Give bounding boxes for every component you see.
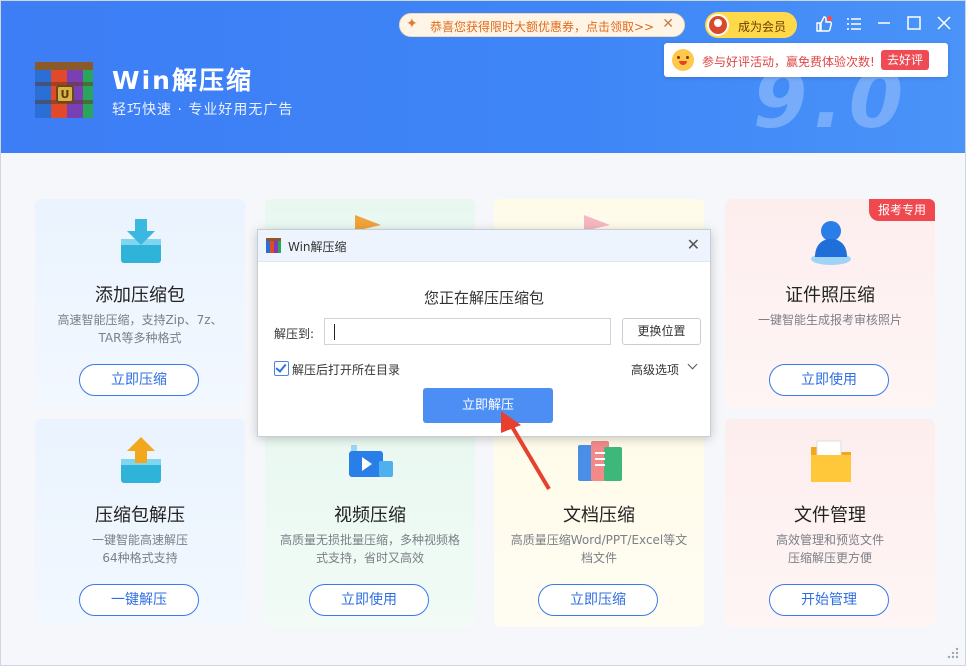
card-title: 视频压缩: [334, 505, 406, 526]
card-desc: 高效管理和预览文件 压缩解压更方便: [775, 533, 884, 565]
close-promo-icon[interactable]: ✕: [662, 16, 674, 32]
card-video-compress: 视频压缩 高质量无损批量压缩，多种视频格式支持，省时又高效 立即使用: [265, 419, 475, 627]
dialog-heading: 您正在解压压缩包: [423, 289, 544, 307]
id-photo-icon: [811, 221, 851, 265]
advanced-options-toggle[interactable]: 高级选项: [631, 361, 679, 378]
card-title: 文件管理: [794, 505, 866, 526]
add-archive-icon: [121, 219, 161, 263]
extract-archive-icon: [121, 437, 161, 483]
card-desc: 一键智能高速解压 64种格式支持: [91, 533, 188, 565]
close-icon[interactable]: [933, 15, 955, 37]
video-icon: [349, 445, 393, 477]
notification-dot: [827, 16, 832, 21]
use-now-button[interactable]: 立即使用: [309, 584, 429, 616]
card-desc: 一键智能生成报考审核照片: [757, 313, 902, 327]
dialog-close-icon[interactable]: ✕: [687, 235, 700, 254]
card-desc: 高速智能压缩，支持Zip、7z、TAR等多种格式: [57, 313, 223, 345]
party-icon: ✦: [406, 16, 418, 32]
card-title: 压缩包解压: [95, 505, 185, 526]
review-text: 参与好评活动，赢免费体验次数!: [702, 55, 875, 69]
dialog-title: Win解压缩: [288, 240, 347, 254]
header-banner: 9.0 U Win解压缩 轻巧快速 · 专业好用无广告 ✦ 恭喜您获得限时大额优…: [1, 1, 965, 153]
app-subtitle: 轻巧快速 · 专业好用无广告: [112, 102, 294, 118]
card-desc: 高质量无损批量压缩，多种视频格式支持，省时又高效: [279, 533, 460, 565]
extract-path-input[interactable]: [324, 318, 611, 345]
card-title: 证件照压缩: [785, 285, 875, 306]
promo-text[interactable]: 恭喜您获得限时大额优惠券，点击领取>>: [430, 18, 654, 35]
smile-emoji-icon: [672, 49, 694, 71]
card-add-archive: 添加压缩包 高速智能压缩，支持Zip、7z、TAR等多种格式 立即压缩: [35, 199, 245, 407]
text-caret: [334, 324, 335, 340]
extract-to-label: 解压到:: [274, 327, 315, 341]
card-title: 添加压缩包: [95, 285, 185, 306]
maximize-icon[interactable]: [903, 15, 925, 37]
card-id-photo: 报考专用 证件照压缩 一键智能生成报考审核照片 立即使用: [725, 199, 935, 407]
one-click-extract-button[interactable]: 一键解压: [79, 584, 199, 616]
svg-text:U: U: [61, 88, 70, 101]
dialog-titlebar: Win解压缩 ✕: [258, 230, 710, 262]
extract-dialog: Win解压缩 ✕ 您正在解压压缩包 解压到: 更换位置 解压后打开所在目录 高级…: [257, 229, 711, 437]
member-label: 成为会员: [738, 20, 787, 34]
promo-banner[interactable]: ✦ 恭喜您获得限时大额优惠券，点击领取>> ✕: [399, 13, 685, 37]
resize-grip-icon[interactable]: [945, 645, 959, 659]
folder-icon: [811, 440, 851, 482]
card-extract-archive: 压缩包解压 一键智能高速解压 64种格式支持 一键解压: [35, 419, 245, 627]
card-doc-compress: 文档压缩 高质量压缩Word/PPT/Excel等文档文件 立即压缩: [494, 419, 704, 627]
app-title: Win解压缩: [112, 66, 253, 95]
open-after-label[interactable]: 解压后打开所在目录: [292, 361, 400, 378]
extract-now-button[interactable]: 立即解压: [423, 388, 553, 423]
compress-now-button[interactable]: 立即压缩: [538, 584, 658, 616]
avatar-icon: [707, 14, 729, 36]
change-location-button[interactable]: 更换位置: [622, 318, 701, 345]
card-title: 文档压缩: [563, 505, 635, 526]
compress-now-button[interactable]: 立即压缩: [79, 364, 199, 396]
start-manage-button[interactable]: 开始管理: [769, 584, 889, 616]
app-logo-icon: [266, 238, 281, 253]
chevron-down-icon[interactable]: [687, 359, 698, 370]
minimize-icon[interactable]: [873, 15, 895, 37]
exam-badge: 报考专用: [869, 199, 935, 221]
become-member-button[interactable]: 成为会员: [705, 12, 797, 38]
menu-icon[interactable]: [843, 15, 865, 37]
open-after-checkbox[interactable]: [274, 361, 289, 376]
card-desc: 高质量压缩Word/PPT/Excel等文档文件: [510, 533, 688, 565]
card-file-manage: 文件管理 高效管理和预览文件 压缩解压更方便 开始管理: [725, 419, 935, 627]
app-logo-icon: U: [35, 62, 93, 118]
document-icon: [578, 441, 622, 481]
use-now-button[interactable]: 立即使用: [769, 364, 889, 396]
review-popup: 参与好评活动，赢免费体验次数! 去好评: [664, 43, 948, 77]
app-window: 9.0 U Win解压缩 轻巧快速 · 专业好用无广告 ✦ 恭喜您获得限时大额优…: [0, 0, 966, 666]
go-review-button[interactable]: 去好评: [881, 50, 929, 70]
